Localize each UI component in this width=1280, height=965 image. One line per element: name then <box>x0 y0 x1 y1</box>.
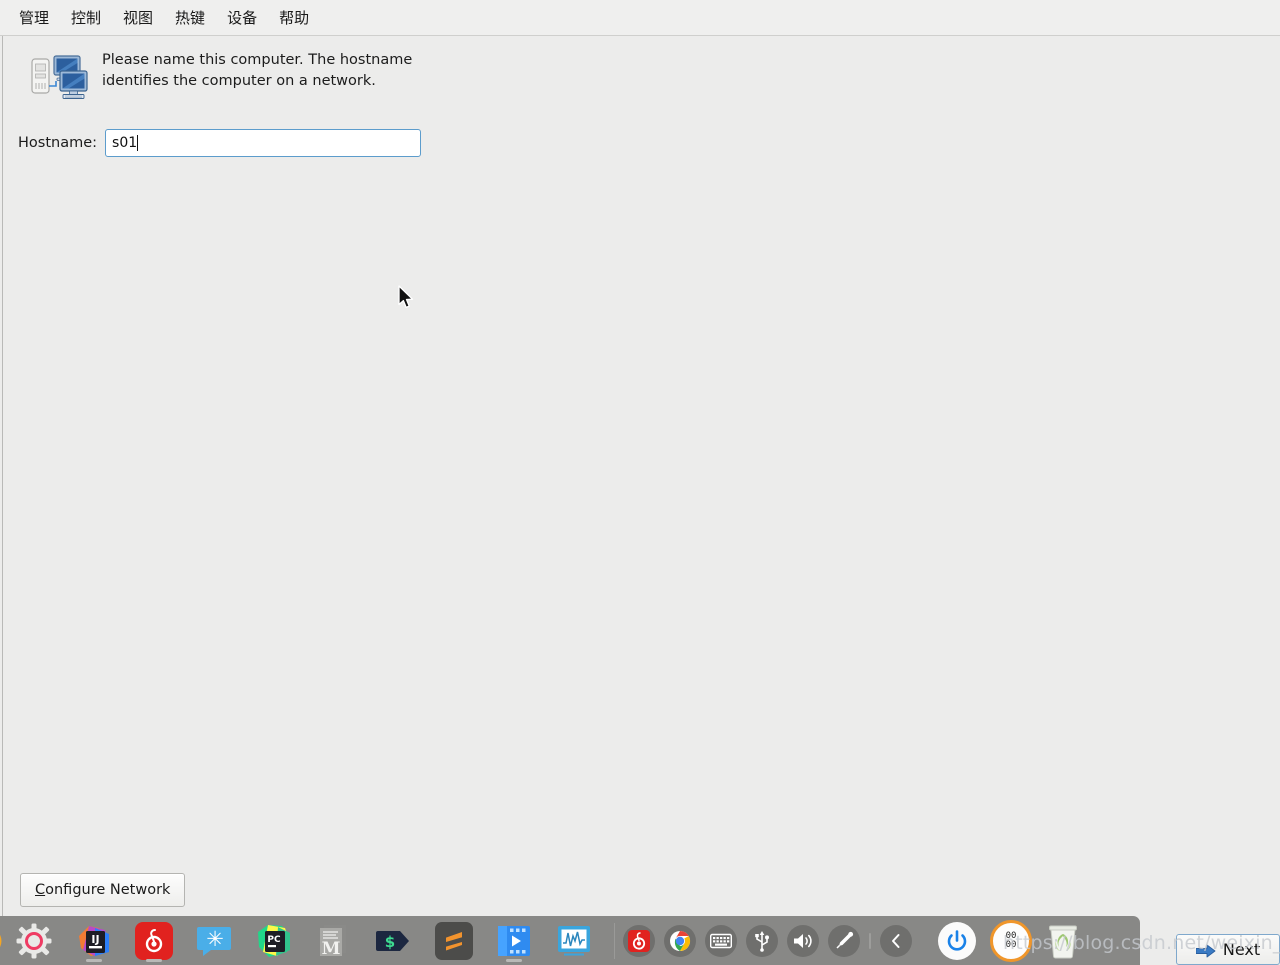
dock-app-settings[interactable] <box>4 916 64 965</box>
menu-devices[interactable]: 设备 <box>218 5 266 31</box>
next-button[interactable]: Next <box>1176 934 1280 965</box>
menu-control[interactable]: 控制 <box>62 5 110 31</box>
menu-help[interactable]: 帮助 <box>270 5 318 31</box>
tray-usb-icon[interactable] <box>746 924 778 957</box>
host-taskbar: IJ ✳ PC M $ 00 00 <box>0 916 1140 965</box>
taskbar-right-widgets: 00 00 <box>938 919 1080 962</box>
next-button-label: Next <box>1222 940 1261 959</box>
dock: IJ ✳ PC M $ <box>0 916 604 965</box>
dock-app-video-player[interactable] <box>484 916 544 965</box>
system-tray <box>614 922 912 959</box>
hostname-row: Hostname: <box>18 129 422 157</box>
clock-widget[interactable]: 00 00 <box>990 919 1032 962</box>
hostname-input[interactable] <box>105 129 422 157</box>
intellij-idea-icon: IJ <box>75 922 113 960</box>
tray-color-picker-icon[interactable] <box>828 924 860 957</box>
hostname-input-wrapper <box>105 129 422 157</box>
tray-volume-icon[interactable] <box>787 924 819 957</box>
vmware-menubar: 管理 控制 视图 热键 设备 帮助 <box>0 0 1280 36</box>
running-indicator <box>86 959 102 962</box>
menu-manage[interactable]: 管理 <box>10 5 58 31</box>
trash-button[interactable] <box>1046 922 1080 960</box>
typora-icon: M <box>315 922 353 960</box>
tray-keyboard-icon[interactable] <box>705 924 737 957</box>
window-left-border <box>2 36 3 919</box>
dock-app-wechat-dev[interactable]: ✳ <box>184 916 244 965</box>
gear-icon <box>15 922 53 960</box>
network-computers-icon <box>30 54 88 102</box>
video-player-icon <box>495 922 533 960</box>
text-caret <box>137 135 139 151</box>
hostname-prompt-block: Please name this computer. The hostname … <box>30 50 450 102</box>
power-button[interactable] <box>938 921 976 960</box>
svg-text:IJ: IJ <box>91 933 99 946</box>
dock-app-system-monitor[interactable] <box>544 916 604 965</box>
arrow-right-icon <box>1195 943 1216 957</box>
messenger-asterisk-icon: ✳ <box>195 922 233 960</box>
configure-network-button[interactable]: Configure Network <box>20 873 186 907</box>
svg-text:✳: ✳ <box>206 927 224 951</box>
dock-app-typora[interactable]: M <box>304 916 364 965</box>
configure-network-label: onfigure Network <box>45 882 171 898</box>
clock-minute: 00 <box>1005 939 1017 950</box>
guest-os-screen: Please name this computer. The hostname … <box>0 36 1280 965</box>
dock-app-sublime-text[interactable] <box>424 916 484 965</box>
tray-chrome-icon[interactable] <box>664 924 696 957</box>
pycharm-icon: PC <box>255 922 293 960</box>
tray-separator <box>869 932 871 949</box>
dock-app-netease-music[interactable] <box>124 916 184 965</box>
dock-app-terminal[interactable]: $ <box>364 916 424 965</box>
hostname-label: Hostname: <box>18 135 98 151</box>
configure-network-mnemonic: C <box>35 882 46 898</box>
hostname-prompt-text: Please name this computer. The hostname … <box>102 52 413 89</box>
svg-text:$: $ <box>385 933 395 951</box>
menu-view[interactable]: 视图 <box>114 5 162 31</box>
netease-music-icon <box>135 921 173 960</box>
tray-expand-chevron-icon[interactable] <box>880 924 912 957</box>
terminal-icon: $ <box>375 922 413 960</box>
running-indicator <box>146 959 162 962</box>
tray-netease-music-icon[interactable] <box>623 924 655 957</box>
running-indicator <box>506 959 522 962</box>
menu-hotkeys[interactable]: 热键 <box>166 5 214 31</box>
sublime-text-icon <box>435 921 473 960</box>
svg-text:PC: PC <box>267 935 281 945</box>
dock-app-intellij-idea[interactable]: IJ <box>64 916 124 965</box>
svg-text:M: M <box>322 939 341 959</box>
system-monitor-icon <box>555 922 593 960</box>
dock-app-pycharm[interactable]: PC <box>244 916 304 965</box>
